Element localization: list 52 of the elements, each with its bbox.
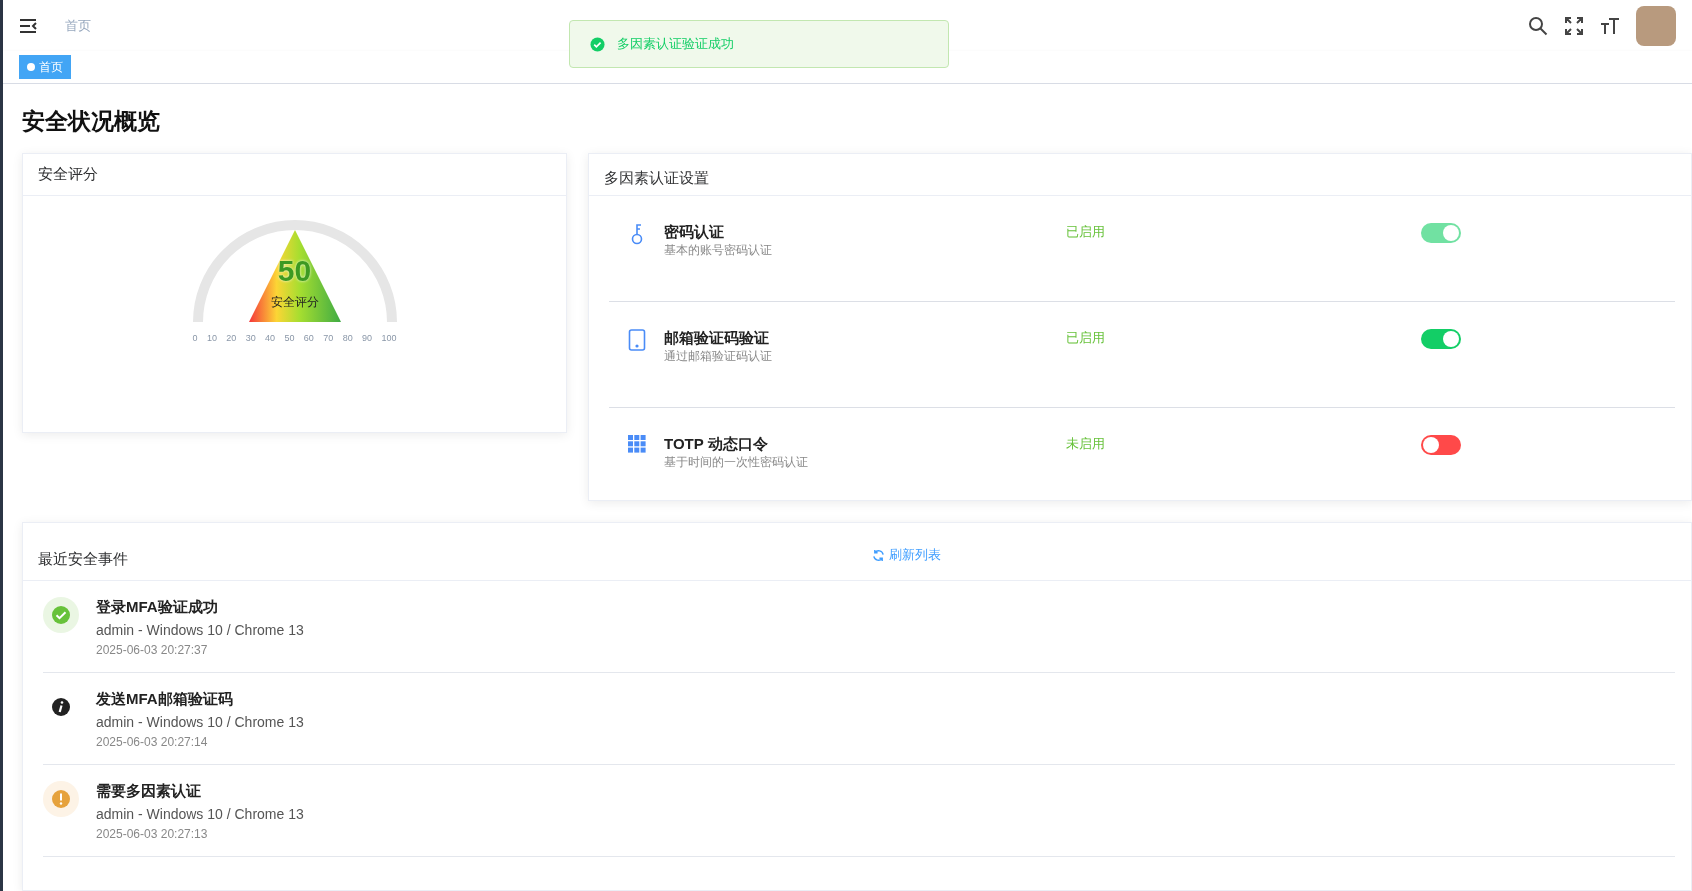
- card-title: 安全评分: [38, 163, 98, 184]
- card-title: 多因素认证设置: [604, 167, 709, 188]
- event-title: 需要多因素认证: [96, 780, 202, 801]
- method-name: 邮箱验证码验证: [664, 327, 770, 348]
- grid-icon: [627, 434, 646, 453]
- gauge-tick-label: 50: [284, 331, 295, 345]
- method-name: 密码认证: [664, 221, 725, 242]
- method-description: 通过邮箱验证码认证: [664, 347, 773, 364]
- page-tag[interactable]: 首页: [19, 55, 71, 79]
- menu-icon[interactable]: [19, 17, 37, 34]
- gauge-tick-label: 0: [192, 331, 198, 345]
- event-detail: admin - Windows 10 / Chrome 13: [96, 804, 304, 824]
- event-title: 登录MFA验证成功: [96, 596, 219, 617]
- font-size-icon[interactable]: [1600, 15, 1620, 36]
- gauge-tick-label: 60: [303, 331, 314, 345]
- refresh-list-button[interactable]: 刷新列表: [872, 545, 941, 565]
- card-title: 最近安全事件: [38, 548, 129, 569]
- gauge-tick-label: 10: [206, 331, 217, 345]
- gauge-tick-label: 80: [342, 331, 353, 345]
- success-icon: [43, 596, 79, 633]
- status-text: 已启用: [1066, 328, 1106, 347]
- gauge-tick-label: 20: [226, 331, 237, 345]
- status-text: 未启用: [1066, 434, 1106, 453]
- fullscreen-icon[interactable]: [1564, 15, 1584, 36]
- score-value: 50: [276, 255, 313, 286]
- event-time: 2025-06-03 20:27:14: [96, 733, 209, 750]
- toggle-switch[interactable]: [1421, 434, 1461, 455]
- method-name: TOTP 动态口令: [664, 433, 769, 454]
- event-detail: admin - Windows 10 / Chrome 13: [96, 712, 304, 732]
- event-time: 2025-06-03 20:27:13: [96, 825, 209, 842]
- gauge-tick-label: 40: [265, 331, 276, 345]
- avatar-photo-placeholder[interactable]: [1636, 5, 1676, 46]
- gauge-tick-label: 100: [381, 331, 397, 345]
- gauge-tick-label: 30: [245, 331, 256, 345]
- event-time: 2025-06-03 20:27:37: [96, 641, 209, 658]
- score-label: 安全评分: [269, 295, 320, 308]
- warning-icon: [43, 780, 79, 817]
- refresh-icon: [872, 548, 885, 562]
- toast-message: 多因素认证验证成功: [617, 35, 734, 54]
- page-title: 安全状况概览: [22, 107, 161, 136]
- breadcrumb-link[interactable]: 首页: [65, 15, 91, 36]
- method-description: 基于时间的一次性密码认证: [664, 453, 809, 470]
- tablet-icon: [627, 328, 646, 351]
- method-description: 基本的账号密码认证: [664, 241, 773, 258]
- event-detail: admin - Windows 10 / Chrome 13: [96, 620, 304, 640]
- search-icon[interactable]: [1528, 15, 1548, 36]
- gauge-tick-label: 90: [362, 331, 373, 345]
- gauge-tick-label: 70: [323, 331, 334, 345]
- toggle-switch[interactable]: [1421, 328, 1461, 349]
- event-title: 发送MFA邮箱验证码: [96, 688, 234, 709]
- check-circle-icon: [590, 36, 605, 52]
- status-text: 已启用: [1066, 222, 1106, 241]
